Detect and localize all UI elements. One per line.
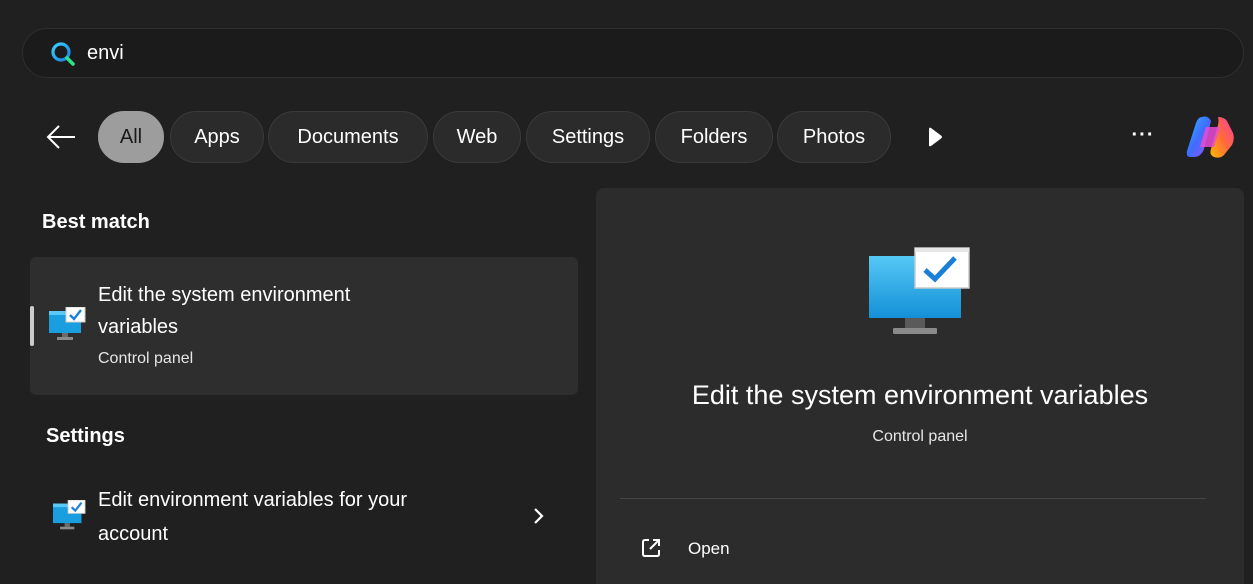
filter-chip-web[interactable]: Web <box>433 111 521 163</box>
filter-chip-apps[interactable]: Apps <box>170 111 264 163</box>
filter-chip-settings[interactable]: Settings <box>526 111 650 163</box>
search-window: All Apps Documents Web Settings Folders … <box>0 0 1253 584</box>
preview-title: Edit the system environment variables <box>691 380 1149 410</box>
copilot-icon[interactable] <box>1184 113 1236 161</box>
filter-chip-photos[interactable]: Photos <box>777 111 891 163</box>
open-external-icon <box>642 539 660 557</box>
open-action-label: Open <box>688 539 730 558</box>
search-bar[interactable] <box>22 28 1244 78</box>
filter-bar: All Apps Documents Web Settings Folders … <box>0 110 1253 164</box>
settings-result[interactable]: Edit environment variables for your acco… <box>30 472 578 562</box>
open-action[interactable]: Open <box>636 528 836 568</box>
best-match-title-line1: Edit the system environment <box>98 284 351 306</box>
preview-subtitle: Control panel <box>872 428 968 445</box>
monitor-check-icon <box>869 247 970 334</box>
play-icon[interactable] <box>926 126 944 148</box>
best-match-subtitle: Control panel <box>98 350 194 367</box>
best-match-result[interactable]: Edit the system environment variables Co… <box>30 257 578 395</box>
best-match-header: Best match <box>42 211 150 233</box>
best-match-title-line2: variables <box>98 316 179 338</box>
filter-chip-all[interactable]: All <box>98 111 164 163</box>
back-arrow-icon[interactable] <box>44 122 78 152</box>
filter-chip-documents[interactable]: Documents <box>268 111 428 163</box>
more-options-button[interactable]: ··· <box>1128 120 1158 150</box>
monitor-check-icon <box>53 500 86 530</box>
monitor-check-icon <box>49 307 86 340</box>
settings-result-title-line2: account <box>98 523 169 545</box>
preview-pane: Edit the system environment variables Co… <box>596 188 1244 584</box>
selection-indicator <box>30 306 34 346</box>
search-icon <box>51 42 75 66</box>
chevron-right-icon <box>534 508 544 524</box>
search-input[interactable] <box>87 37 1187 69</box>
filter-chip-folders[interactable]: Folders <box>655 111 773 163</box>
settings-header: Settings <box>46 425 125 447</box>
settings-result-title-line1: Edit environment variables for your <box>98 489 408 511</box>
preview-divider <box>620 498 1206 499</box>
